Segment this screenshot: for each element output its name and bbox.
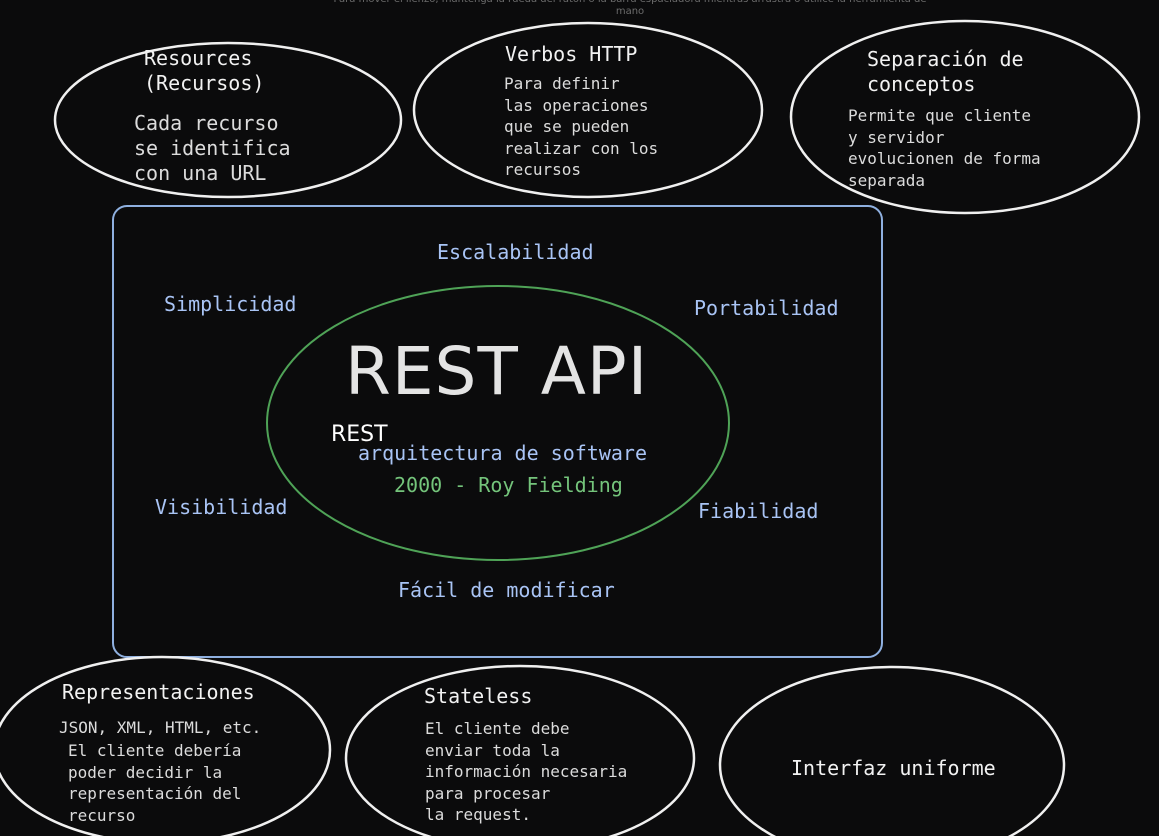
property-portabilidad: Portabilidad: [694, 296, 839, 320]
bubble-verbos-body: Para definir las operaciones que se pued…: [504, 74, 659, 179]
bubble-stateless-title: Stateless: [424, 684, 533, 708]
property-simplicidad: Simplicidad: [164, 292, 297, 316]
property-facil-de-modificar: Fácil de modificar: [398, 578, 615, 602]
property-escalabilidad: Escalabilidad: [437, 240, 594, 264]
rest-origin: 2000 - Roy Fielding: [394, 473, 623, 497]
property-fiabilidad: Fiabilidad: [698, 499, 819, 523]
rest-api-title: REST API: [345, 333, 649, 410]
bubble-representaciones-body: El cliente debería poder decidir la repr…: [68, 741, 242, 825]
bubble-separacion-body: Permite que cliente y servidor evolucion…: [848, 106, 1041, 190]
bubble-resources-body: Cada recurso se identifica con una URL: [134, 111, 291, 185]
bubble-resources-title: Resources (Recursos): [144, 46, 265, 95]
rest-subtitle: arquitectura de software: [358, 441, 647, 465]
bubble-representaciones-title: Representaciones: [62, 680, 255, 704]
bubble-interfaz-title: Interfaz uniforme: [791, 756, 996, 780]
bubble-separacion-title: Separación de conceptos: [867, 47, 1024, 96]
bubble-representaciones-formats: JSON, XML, HTML, etc.: [59, 718, 262, 737]
bubble-verbos-title: Verbos HTTP: [505, 42, 638, 66]
bubble-stateless-body: El cliente debe enviar toda la informaci…: [425, 719, 628, 824]
bubble-interfaz-outline: [718, 665, 1066, 836]
property-visibilidad: Visibilidad: [155, 495, 288, 519]
